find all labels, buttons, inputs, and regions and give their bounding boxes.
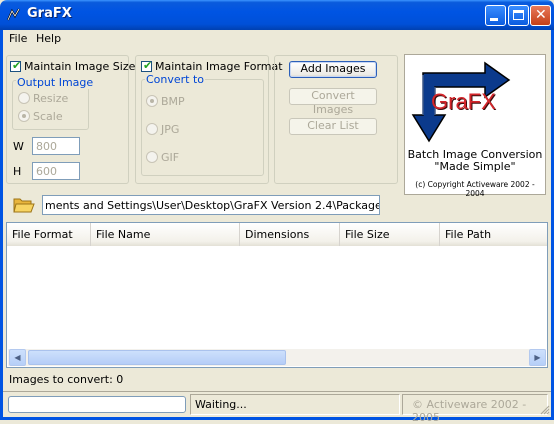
- scroll-right-button[interactable]: ▶: [529, 349, 546, 366]
- menu-file[interactable]: File: [9, 32, 27, 45]
- jpg-radio[interactable]: [146, 123, 158, 135]
- folder-icon[interactable]: [13, 195, 35, 215]
- logo-tagline-2: "Made Simple": [434, 160, 516, 173]
- resize-radio[interactable]: [18, 92, 30, 104]
- gif-radio[interactable]: [146, 151, 158, 163]
- height-input[interactable]: 600: [32, 162, 80, 180]
- title-bar[interactable]: [0, 0, 554, 30]
- logo-copyright: (c) Copyright Activeware 2002 - 2004: [415, 180, 535, 198]
- progress-bar: [8, 396, 186, 413]
- add-images-button[interactable]: Add Images: [289, 61, 377, 78]
- status-copyright: © Activeware 2002 - 2005: [412, 398, 527, 424]
- maintain-format-checkbox[interactable]: ✔: [141, 59, 153, 72]
- minimize-button[interactable]: [485, 5, 506, 26]
- radio-dot-icon: [22, 114, 26, 118]
- arrow-right-icon: ▶: [534, 353, 541, 362]
- menu-bar: [3, 30, 551, 48]
- menu-help[interactable]: Help: [36, 32, 61, 45]
- column-file-size[interactable]: File Size: [340, 223, 440, 246]
- bmp-label: BMP: [161, 95, 185, 108]
- scale-label: Scale: [33, 110, 63, 123]
- scroll-thumb[interactable]: [28, 350, 286, 365]
- checkmark-icon: ✔: [143, 59, 153, 72]
- column-file-format[interactable]: File Format: [7, 223, 91, 246]
- maintain-size-label: Maintain Image Size: [24, 60, 136, 73]
- column-file-name[interactable]: File Name: [91, 223, 240, 246]
- column-file-path[interactable]: File Path: [440, 223, 547, 246]
- images-count-label: Images to convert: 0: [9, 373, 124, 386]
- arrow-left-icon: ◀: [14, 353, 21, 362]
- convert-to-label: Convert to: [145, 73, 206, 86]
- window-frame-left: [0, 30, 3, 420]
- radio-dot-icon: [150, 99, 154, 103]
- output-path-input[interactable]: ments and Settings\User\Desktop\GraFX Ve…: [42, 195, 380, 215]
- minimize-icon: [490, 18, 498, 21]
- output-image-label: Output Image: [16, 76, 95, 89]
- clear-list-button[interactable]: Clear List: [289, 118, 377, 135]
- status-divider: [3, 391, 551, 392]
- window-title: GraFX: [27, 6, 72, 21]
- logo-panel: GraFX Batch Image Conversion "Made Simpl…: [404, 54, 546, 198]
- maintain-format-label: Maintain Image Format: [155, 60, 283, 73]
- width-label: W: [13, 140, 24, 153]
- status-message: Waiting...: [195, 398, 247, 411]
- convert-images-button[interactable]: Convert Images: [289, 88, 377, 116]
- column-dimensions[interactable]: Dimensions: [240, 223, 340, 246]
- scale-radio[interactable]: [18, 110, 30, 122]
- bmp-radio[interactable]: [146, 95, 158, 107]
- convert-to-box: [141, 79, 264, 176]
- resize-label: Resize: [33, 92, 69, 105]
- maximize-button[interactable]: [508, 5, 529, 26]
- logo-brand: GraFX: [431, 89, 496, 114]
- maximize-icon: [513, 10, 524, 20]
- close-button[interactable]: ✕: [530, 5, 551, 26]
- scroll-left-button[interactable]: ◀: [9, 349, 26, 366]
- resize-grip-icon[interactable]: [540, 405, 550, 415]
- maintain-size-checkbox[interactable]: ✔: [10, 59, 22, 72]
- height-label: H: [13, 165, 22, 178]
- app-icon: [6, 7, 22, 23]
- checkmark-icon: ✔: [12, 59, 22, 72]
- close-icon: ✕: [535, 7, 547, 23]
- width-input[interactable]: 800: [32, 137, 80, 155]
- jpg-label: JPG: [161, 123, 180, 136]
- gif-label: GIF: [161, 151, 180, 164]
